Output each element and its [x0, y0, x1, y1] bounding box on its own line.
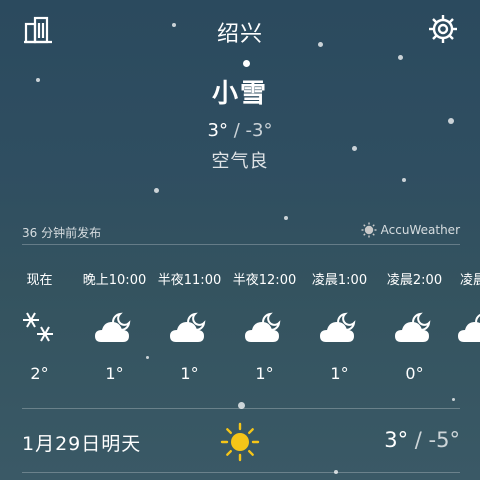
city-name[interactable]: 绍兴 — [0, 16, 480, 48]
top-bar: 绍兴 — [0, 0, 480, 60]
cloudy-night-icon — [244, 312, 280, 342]
daily-date: 1月29日明天 — [22, 433, 142, 455]
hour-label: 凌晨2:00 — [386, 273, 443, 288]
hour-temp: 1° — [105, 364, 124, 383]
divider — [22, 244, 460, 245]
hour-label: 凌晨 — [460, 273, 480, 288]
hour-item: 半夜12:00 1° — [227, 270, 302, 383]
daily-low-temp: -5° — [428, 428, 460, 452]
hour-label: 半夜12:00 — [232, 273, 297, 288]
snowflake-particle — [154, 188, 159, 193]
snowflake-particle — [284, 216, 288, 220]
current-condition: 小雪 — [211, 79, 268, 109]
cloudy-night-icon — [94, 312, 130, 342]
cloudy-night-icon — [394, 312, 430, 342]
hour-label: 现在 — [26, 273, 53, 288]
air-quality[interactable]: 空气良 — [0, 147, 480, 173]
publish-time: 36 分钟前发布 — [22, 226, 102, 240]
hour-label: 半夜11:00 — [157, 273, 222, 288]
temp-separator: / — [233, 120, 240, 141]
divider — [22, 408, 460, 409]
sun-icon — [220, 422, 260, 462]
gear-icon — [429, 15, 457, 43]
current-temp-range: 3° / -3° — [0, 120, 480, 141]
cloudy-night-icon — [319, 312, 355, 342]
snow-icon — [22, 312, 53, 342]
provider-name: AccuWeather — [380, 223, 460, 237]
hour-temp: 0° — [405, 364, 424, 383]
hour-item: 晚上10:00 1° — [77, 270, 152, 383]
cloudy-night-icon — [169, 312, 205, 342]
hour-label: 晚上10:00 — [82, 273, 147, 288]
hour-item: 凌晨 — [452, 270, 480, 364]
divider — [22, 472, 460, 473]
hourly-forecast[interactable]: 现在 2° 晚上10:00 1° 半夜11:00 1° 半夜12:00 1° 凌… — [0, 270, 480, 400]
daily-forecast-row[interactable]: 1月29日明天 3° / -5° — [22, 420, 460, 462]
hour-temp: 1° — [180, 364, 199, 383]
daily-temp-range: 3° / -5° — [384, 428, 460, 452]
hour-item-now: 现在 2° — [2, 270, 77, 383]
snowflake-particle — [402, 178, 406, 182]
provider-link[interactable]: AccuWeather — [361, 222, 460, 238]
temp-separator: / — [414, 428, 422, 452]
hour-item: 半夜11:00 1° — [152, 270, 227, 383]
daily-high-temp: 3° — [384, 428, 409, 452]
hour-temp: 1° — [330, 364, 349, 383]
hour-item: 凌晨2:00 0° — [377, 270, 452, 383]
accuweather-sun-icon — [361, 222, 377, 238]
cloudy-night-icon — [458, 313, 480, 342]
hour-item: 凌晨1:00 1° — [302, 270, 377, 383]
settings-button[interactable] — [426, 12, 460, 46]
hour-label: 凌晨1:00 — [311, 273, 368, 288]
publish-info-row: 36 分钟前发布 AccuWeather — [22, 222, 460, 244]
hour-clip: 凌晨 — [452, 270, 480, 400]
current-low-temp: -3° — [245, 120, 273, 141]
hour-temp: 2° — [30, 364, 49, 383]
hour-temp: 1° — [255, 364, 274, 383]
page-indicator-dot — [243, 60, 250, 67]
current-high-temp: 3° — [207, 120, 228, 141]
